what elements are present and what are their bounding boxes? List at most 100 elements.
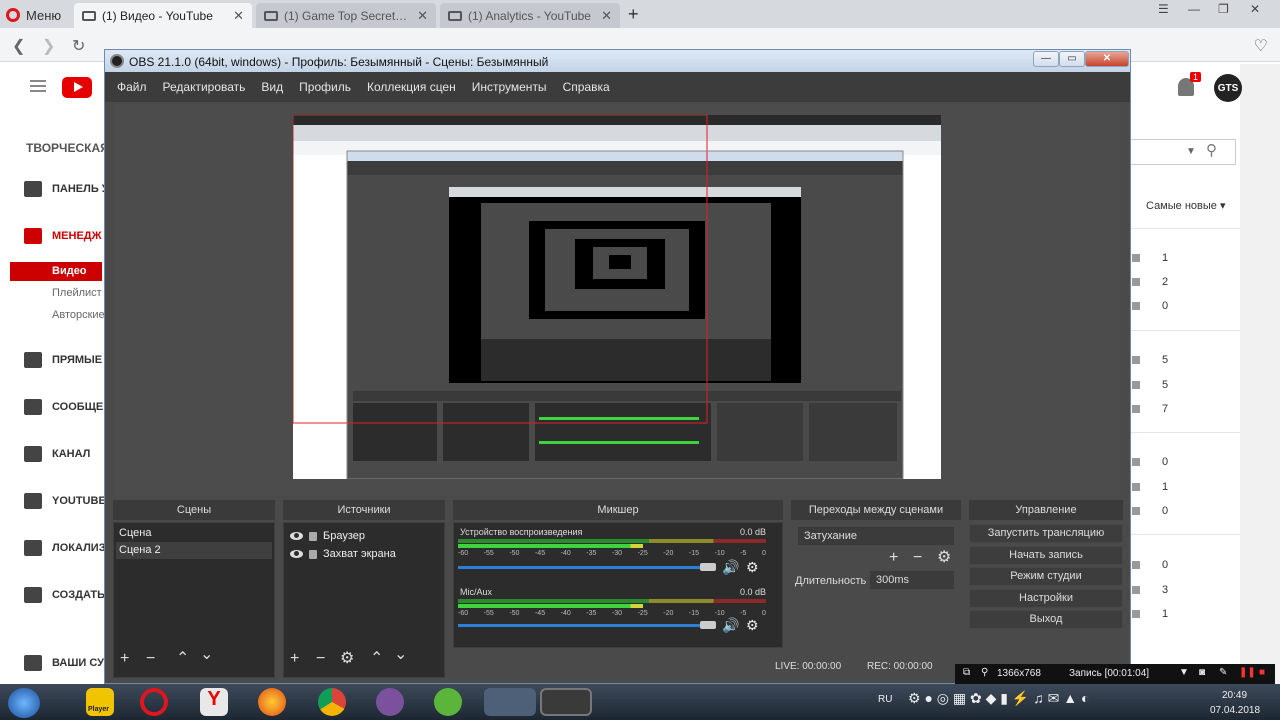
yt-sidebar-dashboard[interactable]: ПАНЕЛЬ У [24, 181, 104, 197]
avatar[interactable]: GTS [1214, 74, 1242, 102]
yt-sub-videos[interactable]: Видео [10, 262, 102, 281]
obs-close-button[interactable]: ✕ [1085, 51, 1129, 67]
duration-input[interactable]: 300ms [869, 570, 955, 590]
yt-sub-playlists[interactable]: Плейлист [52, 287, 102, 299]
desktop-app-icon[interactable] [484, 688, 536, 716]
menu-profile[interactable]: Профиль [299, 80, 351, 94]
heart-icon[interactable]: ♡ [1254, 36, 1268, 56]
yt-sidebar-manager[interactable]: МЕНЕДЖ [24, 228, 104, 244]
speaker-icon[interactable]: 🔊 [722, 559, 739, 576]
menu-scene-collection[interactable]: Коллекция сцен [367, 80, 456, 94]
hamburger-icon[interactable] [30, 80, 46, 92]
source-item[interactable]: Браузер [290, 527, 365, 545]
yt-sidebar-live[interactable]: ПРЯМЫЕ [24, 352, 104, 368]
lock-icon[interactable] [309, 549, 317, 559]
tab-menu-icon[interactable]: ☰ [1158, 2, 1169, 16]
studio-mode-button[interactable]: Режим студии [969, 567, 1123, 586]
obs-app-icon[interactable] [540, 688, 592, 716]
language-indicator[interactable]: RU [878, 694, 892, 705]
gear-icon[interactable]: ⚙ [746, 617, 759, 634]
fader-handle[interactable] [700, 563, 716, 571]
remove-source-icon[interactable]: − [316, 651, 325, 667]
maximize-icon[interactable]: ❐ [1218, 2, 1229, 16]
yt-sub-copyright[interactable]: Авторские [52, 309, 105, 321]
search-input[interactable] [1130, 139, 1236, 165]
dropdown-icon[interactable]: ▼ [1179, 667, 1189, 678]
transition-select[interactable]: Затухание [797, 526, 955, 546]
opera-app-icon[interactable] [140, 688, 168, 716]
remove-transition-icon[interactable]: − [913, 550, 922, 566]
scene-item[interactable]: Сцена [116, 525, 272, 542]
sort-dropdown[interactable]: Самые новые ▾ [1146, 199, 1225, 212]
add-transition-icon[interactable]: + [889, 550, 898, 566]
lock-icon[interactable] [309, 531, 317, 541]
move-up-icon[interactable]: ⌃ [370, 651, 383, 667]
volume-fader[interactable] [458, 566, 706, 569]
stop-icon[interactable]: ■ [1259, 667, 1265, 678]
obs-maximize-button[interactable]: ▭ [1059, 51, 1085, 67]
chrome-app-icon[interactable] [318, 688, 346, 716]
tab-close-icon[interactable]: ✕ [601, 8, 612, 24]
forward-icon[interactable]: ❯ [42, 36, 55, 56]
scene-item-selected[interactable]: Сцена 2 [116, 542, 272, 559]
tab-close-icon[interactable]: ✕ [233, 8, 244, 24]
new-tab-button[interactable]: + [628, 4, 639, 25]
start-recording-button[interactable]: Начать запись [969, 546, 1123, 565]
eye-icon[interactable] [290, 532, 303, 540]
yt-sidebar-create[interactable]: СОЗДАТЬ [24, 587, 104, 603]
move-down-icon[interactable]: ⌄ [394, 647, 407, 663]
browser-tab-game-top-secrets[interactable]: (1) Game Top Secrets - Yo ✕ [256, 3, 436, 28]
zoom-icon[interactable]: ⚲ [981, 667, 988, 678]
messenger-app-icon[interactable] [434, 688, 462, 716]
yt-sidebar-analytics[interactable]: YOUTUBE [24, 493, 104, 509]
move-down-icon[interactable]: ⌄ [200, 647, 213, 663]
yt-sidebar-translations[interactable]: ЛОКАЛИЗ СУБТИТР [24, 540, 104, 556]
reload-icon[interactable]: ↻ [72, 36, 85, 56]
youtube-logo-icon[interactable] [62, 77, 92, 98]
player-app-icon[interactable]: Player [86, 688, 114, 716]
obs-preview-canvas[interactable] [293, 115, 941, 479]
source-properties-gear-icon[interactable]: ⚙ [340, 651, 354, 667]
speaker-icon[interactable]: 🔊 [722, 617, 739, 634]
yandex-app-icon[interactable]: Y [200, 688, 228, 716]
remove-scene-icon[interactable]: − [146, 651, 155, 667]
fader-handle[interactable] [700, 621, 716, 629]
close-window-icon[interactable]: ✕ [1250, 2, 1260, 16]
start-button[interactable] [8, 688, 40, 718]
window-icon[interactable]: ⧉ [963, 667, 970, 678]
obs-minimize-button[interactable]: — [1033, 51, 1059, 67]
menu-view[interactable]: Вид [261, 80, 283, 94]
menu-file[interactable]: Файл [117, 80, 147, 94]
menu-edit[interactable]: Редактировать [163, 80, 246, 94]
pause-icon[interactable]: ❚❚ [1239, 667, 1256, 678]
minimize-icon[interactable]: — [1188, 2, 1200, 16]
opera-menu-button[interactable]: Меню [6, 6, 61, 24]
scrollbar-track[interactable] [1240, 64, 1280, 684]
volume-fader[interactable] [458, 624, 706, 627]
pen-icon[interactable]: ✎ [1219, 667, 1227, 678]
yt-sidebar-community[interactable]: СООБЩЕ [24, 399, 104, 415]
transition-gear-icon[interactable]: ⚙ [937, 550, 951, 566]
add-scene-icon[interactable]: + [120, 651, 129, 667]
settings-button[interactable]: Настройки [969, 589, 1123, 608]
source-item[interactable]: Захват экрана [290, 545, 396, 563]
firefox-app-icon[interactable] [258, 688, 286, 716]
move-up-icon[interactable]: ⌃ [176, 651, 189, 667]
yt-sidebar-channel[interactable]: КАНАЛ [24, 446, 104, 462]
add-source-icon[interactable]: + [290, 651, 299, 667]
tray-icons[interactable]: ⚙ ● ◎ ▦ ✿ ◆ ▮ ⚡ ♫ ✉ ▲ ◐ [908, 690, 1089, 707]
search-icon[interactable]: ⚲ [1206, 141, 1217, 159]
tab-close-icon[interactable]: ✕ [417, 8, 428, 24]
start-streaming-button[interactable]: Запустить трансляцию [969, 524, 1123, 543]
yt-sidebar-your-translations[interactable]: ВАШИ СУ ПЕРЕВОД [24, 655, 104, 671]
menu-help[interactable]: Справка [563, 80, 610, 94]
browser-tab-videos[interactable]: (1) Видео - YouTube ✕ [74, 3, 252, 28]
back-icon[interactable]: ❮ [12, 36, 25, 56]
browser-tab-analytics[interactable]: (1) Analytics - YouTube ✕ [440, 3, 620, 28]
menu-tools[interactable]: Инструменты [472, 80, 547, 94]
eye-icon[interactable] [290, 550, 303, 558]
exit-button[interactable]: Выход [969, 610, 1123, 629]
chevron-down-icon[interactable]: ▼ [1186, 146, 1196, 157]
camera-icon[interactable]: ◙ [1199, 667, 1205, 678]
viber-app-icon[interactable] [376, 688, 404, 716]
